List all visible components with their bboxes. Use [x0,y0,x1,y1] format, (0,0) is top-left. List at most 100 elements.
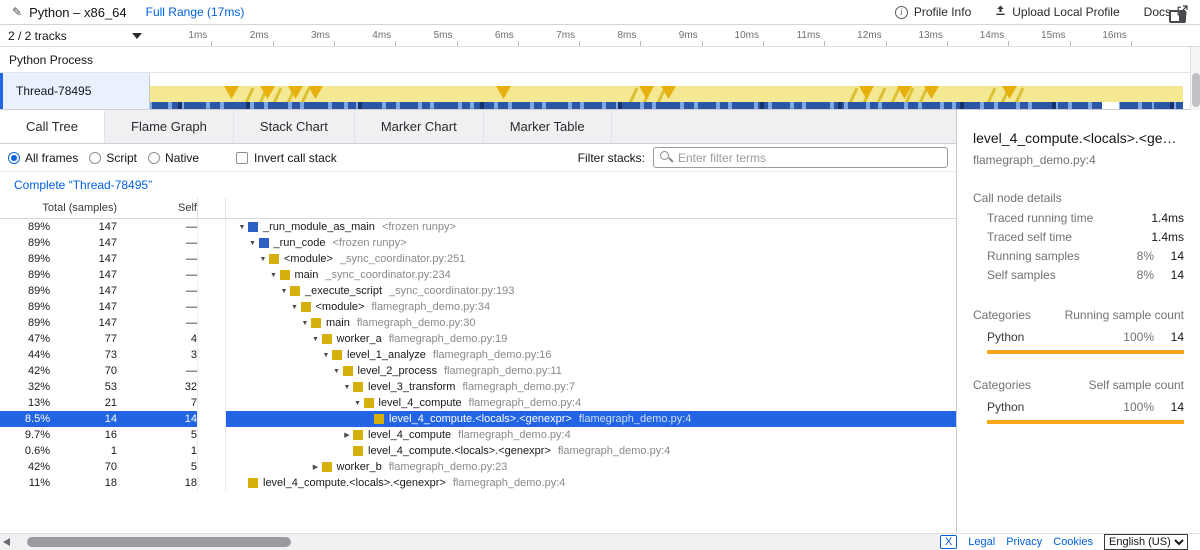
category-yellow-square [322,334,332,344]
collapse-toggle-icon[interactable]: ▼ [247,240,259,247]
timeline-tick-mark [1131,41,1132,46]
function-name: level_1_analyze [347,349,426,361]
row-gutter [197,299,226,315]
call-tree-row[interactable]: 0.6%11level_4_compute.<locals>.<genexpr>… [0,443,956,459]
breadcrumb[interactable]: Complete “Thread-78495” [14,178,152,192]
frame-filter-label: Native [165,151,199,165]
call-tree-row[interactable]: 13%217▼level_4_computeflamegraph_demo.py… [0,395,956,411]
category-percent: 100% [1114,330,1154,344]
call-tree-row[interactable]: 89%147—▼<module>_sync_coordinator.py:251 [0,251,956,267]
category-yellow-square [280,270,290,280]
invert-call-stack-checkbox[interactable]: Invert call stack [236,151,337,165]
call-tree-row[interactable]: 89%147—▼_run_code<frozen runpy> [0,235,956,251]
row-frame-cell: level_4_compute.<locals>.<genexpr>flameg… [226,443,956,459]
call-tree-row[interactable]: 89%147—▼_execute_script_sync_coordinator… [0,283,956,299]
process-track-header[interactable]: Python Process [0,47,1200,73]
row-self-samples: 32 [117,379,197,395]
thread-track-row: Thread-78495 [0,73,1200,110]
function-location: flamegraph_demo.py:4 [579,413,692,425]
call-tree-row[interactable]: 47%774▼worker_aflamegraph_demo.py:19 [0,331,956,347]
timeline-tick-mark [273,41,274,46]
profile-name[interactable]: Python – x86_64 [29,5,127,20]
row-self-samples: — [117,235,197,251]
docs-label: Docs [1144,5,1171,19]
row-self-samples: — [117,251,197,267]
tab-stack-chart[interactable]: Stack Chart [234,110,355,143]
timeline-tick-label: 13ms [901,30,943,41]
collapse-toggle-icon[interactable]: ▼ [278,288,290,295]
row-total-samples: 16 [50,427,117,443]
collapse-toggle-icon[interactable]: ▼ [236,224,248,231]
scrollbar-thumb[interactable] [27,537,291,547]
row-frame-cell: ▼level_3_transformflamegraph_demo.py:7 [226,379,956,395]
scrollbar-thumb[interactable] [1192,73,1200,107]
tab-call-tree[interactable]: Call Tree [0,110,105,143]
call-tree-row[interactable]: 32%5332▼level_3_transformflamegraph_demo… [0,379,956,395]
categories-header: CategoriesRunning sample count [973,308,1184,322]
timeline-tick-label: 6ms [472,30,514,41]
footer-link-cookies[interactable]: Cookies [1053,536,1093,548]
horizontal-scrollbar[interactable] [0,534,940,550]
categories-count-title: Running sample count [1065,308,1184,322]
row-total-percent: 42% [0,363,50,379]
expand-toggle-icon[interactable]: ▶ [310,463,322,471]
frame-filter-native[interactable]: Native [148,151,199,165]
call-tree-row[interactable]: 44%733▼level_1_analyzeflamegraph_demo.py… [0,347,956,363]
tracks-dropdown-button[interactable]: 2 / 2 tracks [8,29,146,43]
call-tree-row[interactable]: 8.5%1414level_4_compute.<locals>.<genexp… [0,411,956,427]
scroll-left-icon[interactable] [3,538,10,546]
tab-marker-table[interactable]: Marker Table [484,110,612,143]
row-self-samples: 14 [117,411,197,427]
collapse-toggle-icon[interactable]: ▼ [320,352,332,359]
call-tree-row[interactable]: 42%705▶worker_bflamegraph_demo.py:23 [0,459,956,475]
tracks-vertical-scrollbar[interactable] [1190,47,1200,110]
edit-profile-name-icon[interactable]: ✎ [12,5,22,19]
categories-header: CategoriesSelf sample count [973,378,1184,392]
filter-stacks-input[interactable] [653,147,948,168]
call-tree-row[interactable]: 89%147—▼mainflamegraph_demo.py:30 [0,315,956,331]
row-frame-cell: ▼level_1_analyzeflamegraph_demo.py:16 [226,347,956,363]
collapse-toggle-icon[interactable]: ▼ [268,272,280,279]
collapse-toggle-icon[interactable]: ▼ [331,368,343,375]
collapse-toggle-icon[interactable]: ▼ [352,400,364,407]
row-gutter [197,347,226,363]
thread-track-label[interactable]: Thread-78495 [0,73,150,109]
radio-icon [148,152,160,164]
footer-link-x[interactable]: X [940,535,957,549]
sidebar-toggle-button[interactable] [1169,10,1186,23]
language-select[interactable]: English (US) [1104,534,1188,550]
collapse-toggle-icon[interactable]: ▼ [257,256,269,263]
footer-link-privacy[interactable]: Privacy [1006,536,1042,548]
thread-track-canvas[interactable] [150,73,1200,109]
tab-flame-graph[interactable]: Flame Graph [105,110,234,143]
frame-filter-all-frames[interactable]: All frames [8,151,78,165]
total-column-header[interactable]: Total (samples) [0,202,117,214]
function-location: flamegraph_demo.py:4 [558,445,671,457]
timeline-tick-mark [824,41,825,46]
full-range-link[interactable]: Full Range (17ms) [146,5,245,19]
call-tree-row[interactable]: 89%147—▼<module>flamegraph_demo.py:34 [0,299,956,315]
collapse-toggle-icon[interactable]: ▼ [341,384,353,391]
row-gutter [197,459,226,475]
call-tree-row[interactable]: 42%70—▼level_2_processflamegraph_demo.py… [0,363,956,379]
detail-label: Self samples [973,268,1114,282]
call-tree-row[interactable]: 11%1818level_4_compute.<locals>.<genexpr… [0,475,956,491]
self-column-header[interactable]: Self [117,202,197,214]
profile-info-button[interactable]: i Profile Info [895,5,971,19]
collapse-toggle-icon[interactable]: ▼ [299,320,311,327]
collapse-toggle-icon[interactable]: ▼ [310,336,322,343]
call-tree-row[interactable]: 89%147—▼_run_module_as_main<frozen runpy… [0,219,956,235]
call-tree-row[interactable]: 89%147—▼main_sync_coordinator.py:234 [0,267,956,283]
upload-profile-button[interactable]: Upload Local Profile [995,5,1119,19]
tab-marker-chart[interactable]: Marker Chart [355,110,484,143]
expand-toggle-icon[interactable]: ▶ [341,431,353,439]
timeline-tick-mark [640,41,641,46]
function-name: main [295,269,319,281]
panel-tab-bar: Call TreeFlame GraphStack ChartMarker Ch… [0,110,956,144]
frame-filter-script[interactable]: Script [89,151,137,165]
footer-link-legal[interactable]: Legal [968,536,995,548]
collapse-toggle-icon[interactable]: ▼ [289,304,301,311]
timeline-tick-mark [579,41,580,46]
call-tree-row[interactable]: 9.7%165▶level_4_computeflamegraph_demo.p… [0,427,956,443]
selected-node-title: level_4_compute.<locals>.<genexpr> [973,130,1184,146]
